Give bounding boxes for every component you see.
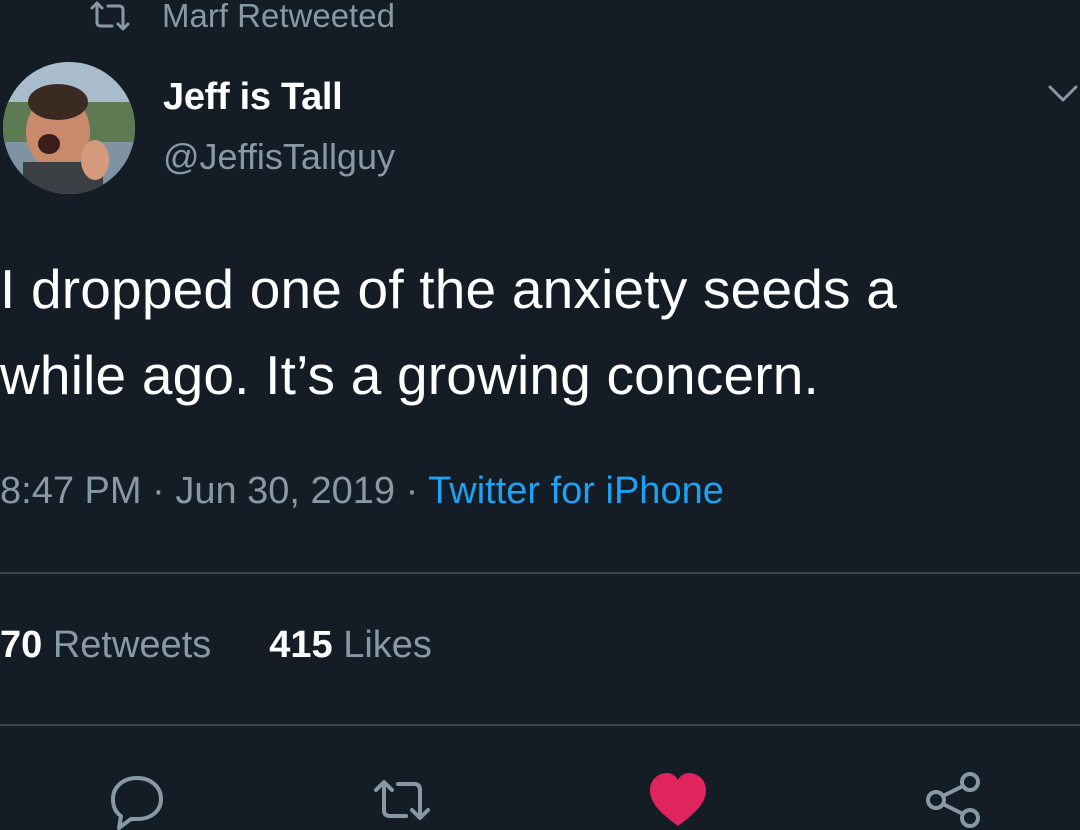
author-display-name[interactable]: Jeff is Tall (163, 76, 343, 119)
retweet-button[interactable] (372, 770, 432, 830)
likes-count: 415 (269, 624, 333, 666)
retweets-count: 70 (0, 624, 43, 666)
tweet-text: I dropped one of the anxiety seeds a whi… (0, 258, 898, 406)
share-icon (924, 770, 984, 830)
divider (0, 572, 1080, 574)
reply-button[interactable] (107, 770, 167, 830)
retweets-stat[interactable]: 70 Retweets (0, 624, 211, 666)
meta-separator: · (395, 470, 429, 512)
share-button[interactable] (924, 770, 984, 830)
retweet-context-text: Marf Retweeted (162, 0, 395, 34)
reply-icon (107, 770, 167, 830)
heart-icon (648, 770, 708, 830)
tweet-source-link[interactable]: Twitter for iPhone (428, 470, 724, 512)
likes-label: Likes (343, 624, 432, 666)
retweet-context[interactable]: Marf Retweeted (88, 0, 395, 38)
engagement-stats: 70 Retweets 415 Likes (0, 624, 432, 667)
tweet-date[interactable]: Jun 30, 2019 (175, 470, 395, 512)
meta-separator: · (141, 470, 176, 512)
author-handle[interactable]: @JeffisTallguy (163, 136, 395, 178)
like-button[interactable] (648, 770, 708, 830)
chevron-down-icon[interactable] (1046, 80, 1080, 106)
retweet-icon (88, 0, 132, 32)
retweets-label: Retweets (52, 624, 212, 666)
likes-stat[interactable]: 415 Likes (269, 624, 432, 666)
divider (0, 724, 1080, 726)
avatar[interactable] (3, 62, 135, 194)
tweet-meta: 8:47 PM · Jun 30, 2019 · Twitter for iPh… (0, 470, 724, 513)
tweet-time: 8:47 PM (0, 470, 142, 512)
retweet-icon (372, 770, 432, 830)
